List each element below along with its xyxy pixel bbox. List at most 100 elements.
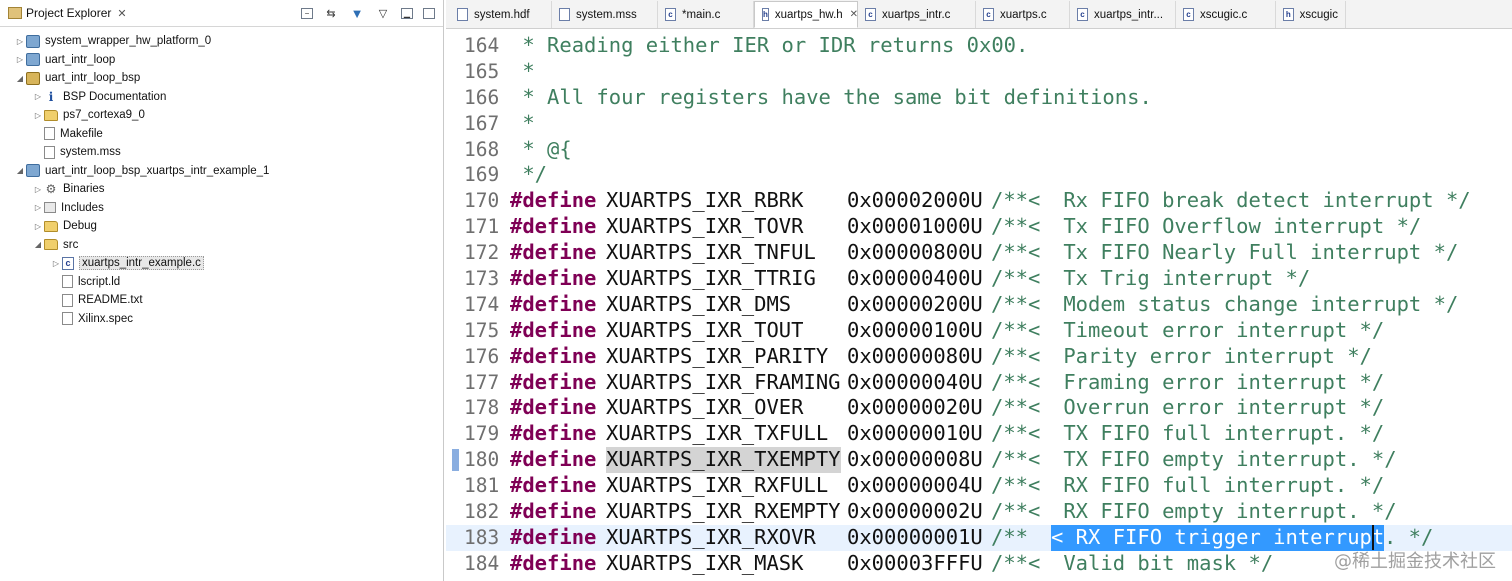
macro-value: 0x00000040U (847, 369, 983, 394)
code-comment: * (510, 110, 535, 135)
tree-item-label: xuartps_intr_example.c (79, 256, 204, 271)
tree-item-label: uart_intr_loop (45, 53, 116, 66)
tree-item-label: system_wrapper_hw_platform_0 (45, 35, 212, 48)
close-icon[interactable]: ✕ (117, 7, 126, 20)
expand-arrow-icon[interactable]: ▷ (32, 111, 44, 120)
expand-arrow-icon[interactable]: ◢ (32, 240, 44, 249)
expand-arrow-icon[interactable]: ◢ (14, 74, 26, 83)
maximize-icon[interactable] (423, 7, 435, 19)
macro-value: 0x00000020U (847, 395, 983, 420)
editor-tab-label: xscugic (1299, 8, 1338, 21)
editor-tab-label: xuartps_intr... (1094, 8, 1164, 21)
code-area[interactable]: 164 * Reading either IER or IDR returns … (446, 33, 1512, 581)
expand-arrow-icon[interactable]: ▷ (32, 185, 44, 194)
tree-item[interactable]: lscript.ld (0, 273, 443, 292)
project-explorer-header: Project Explorer ✕ − ⇆ ▼ ▽ ▁ (0, 0, 443, 27)
macro-name: XUARTPS_IXR_TXEMPTY (606, 447, 841, 474)
code-comment: RX FIFO empty interrupt. */ (1051, 499, 1397, 524)
link-with-editor-icon[interactable]: ⇆ (323, 5, 339, 21)
header-file-icon: h (762, 8, 769, 21)
tree-item[interactable]: ▷ system_wrapper_hw_platform_0 (0, 32, 443, 51)
comment-start: /**< (991, 369, 1041, 394)
file-icon (44, 127, 55, 141)
macro-name: XUARTPS_IXR_DMS (606, 291, 792, 316)
expand-arrow-icon[interactable]: ▷ (32, 92, 44, 101)
line-number: 177 (464, 370, 500, 394)
editor-tab[interactable]: c *main.c (658, 1, 754, 28)
macro-value: 0x00000008U (847, 447, 983, 472)
watermark: @稀土掘金技术社区 (1334, 551, 1496, 572)
editor-tab[interactable]: h xuartps_hw.h ✕ (754, 1, 858, 28)
code-comment: * (510, 58, 535, 83)
macro-value: 0x00000800U (847, 240, 983, 265)
code-line: 176 #define XUARTPS_IXR_PARITY 0x00000080U /… (446, 344, 1512, 370)
editor-tab[interactable]: c xuartps_intr.c (858, 1, 976, 28)
c-file-icon: c (983, 8, 994, 21)
comment-start: /**< (991, 473, 1041, 498)
macro-value: 0x00000002U (847, 499, 983, 524)
expand-arrow-icon[interactable]: ▷ (14, 37, 26, 46)
tree-item[interactable]: README.txt (0, 291, 443, 310)
line-number: 176 (464, 344, 500, 368)
tree-item[interactable]: ▷ Debug (0, 217, 443, 236)
tree-item[interactable]: ◢ src (0, 236, 443, 255)
c-file-icon: c (1077, 8, 1088, 21)
info-icon: i (48, 89, 54, 104)
tree-item[interactable]: ▷ ⚙ Binaries (0, 180, 443, 199)
editor-tab[interactable]: c xuartps.c (976, 1, 1070, 28)
editor-tab[interactable]: system.hdf (450, 1, 552, 28)
minimize-icon[interactable]: ▁ (401, 7, 413, 19)
project-explorer-icon (8, 7, 22, 19)
macro-value: 0x00001000U (847, 214, 983, 239)
editor-tab[interactable]: c xuartps_intr... (1070, 1, 1176, 28)
comment-start: /**< (991, 188, 1041, 213)
file-icon (62, 293, 73, 307)
code-line: 169 */ (446, 162, 1512, 188)
folder-icon (44, 220, 58, 232)
line-number: 173 (464, 267, 500, 291)
macro-value: 0x00000080U (847, 343, 983, 368)
editor-tab[interactable]: system.mss (552, 1, 658, 28)
filter-icon[interactable]: ▼ (349, 5, 365, 21)
expand-arrow-icon[interactable]: ◢ (14, 166, 26, 175)
tree-item[interactable]: ◢ uart_intr_loop_bsp_xuartps_intr_example… (0, 162, 443, 181)
tree-item[interactable]: ▷ uart_intr_loop (0, 51, 443, 70)
code-line: 168 * @{ (446, 137, 1512, 163)
tree-item[interactable]: Xilinx.spec (0, 310, 443, 329)
macro-value: 0x00002000U (847, 188, 983, 213)
tree-item-label: lscript.ld (78, 275, 121, 288)
comment-start: /**< (991, 343, 1041, 368)
tree-item[interactable]: ▷ i BSP Documentation (0, 88, 443, 107)
close-tab-icon[interactable]: ✕ (850, 9, 858, 20)
editor-tab[interactable]: c xscugic.c (1176, 1, 1276, 28)
comment-start: /**< (991, 499, 1041, 524)
project-explorer-title[interactable]: Project Explorer (26, 6, 111, 20)
code-line: 170 #define XUARTPS_IXR_RBRK 0x00002000U /**… (446, 188, 1512, 214)
expand-arrow-icon[interactable]: ▷ (32, 203, 44, 212)
c-file-icon: c (865, 8, 876, 21)
define-keyword: #define (510, 343, 597, 368)
tree-item[interactable]: system.mss (0, 143, 443, 162)
expand-arrow-icon[interactable]: ▷ (14, 55, 26, 64)
expand-arrow-icon[interactable]: ▷ (32, 222, 44, 231)
collapse-all-icon[interactable]: − (301, 7, 313, 19)
editor-tab[interactable]: h xscugic (1276, 1, 1346, 28)
code-comment: Parity error interrupt */ (1051, 343, 1372, 368)
macro-value: 0x00000400U (847, 266, 983, 291)
code-comment: Rx FIFO break detect interrupt */ (1051, 188, 1471, 213)
tree-item-label: Makefile (60, 127, 103, 140)
binaries-icon: ⚙ (45, 182, 57, 197)
tree-item[interactable]: ▷ Includes (0, 199, 443, 218)
c-file-icon: c (1183, 8, 1194, 21)
tree-item[interactable]: ◢ uart_intr_loop_bsp (0, 69, 443, 88)
tree-item[interactable]: Makefile (0, 125, 443, 144)
tree-item[interactable]: ▷ c xuartps_intr_example.c (0, 254, 443, 273)
define-keyword: #define (510, 240, 597, 265)
macro-value: 0x00000200U (847, 291, 983, 316)
tree-item-label: uart_intr_loop_bsp (45, 72, 141, 85)
view-menu-icon[interactable]: ▽ (375, 5, 391, 21)
macro-name: XUARTPS_IXR_RXEMPTY (606, 499, 841, 524)
expand-arrow-icon[interactable]: ▷ (50, 259, 62, 268)
tree-item[interactable]: ▷ ps7_cortexa9_0 (0, 106, 443, 125)
macro-name: XUARTPS_IXR_RXOVR (606, 524, 816, 549)
